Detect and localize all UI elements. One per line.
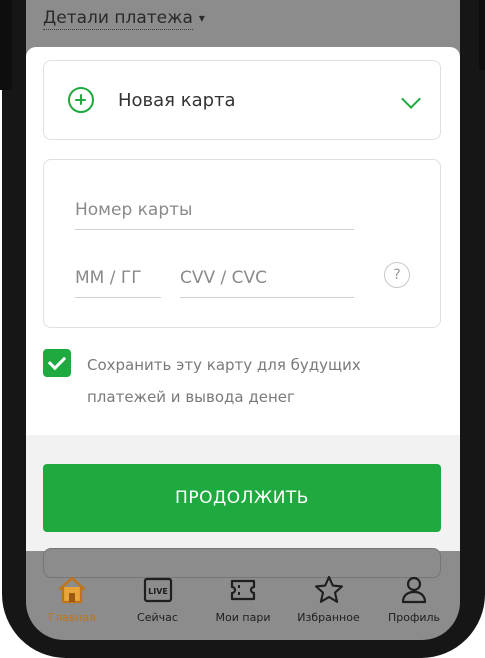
payment-details-toggle[interactable]: Детали платежа ▾ — [43, 6, 205, 32]
bottom-nav: Главная LIVE Сейчас Мои пари Избранное П… — [26, 560, 460, 640]
add-circle-icon — [68, 87, 94, 113]
ticket-icon — [230, 579, 256, 601]
cvv-placeholder: CVV / CVC — [180, 267, 268, 288]
continue-button[interactable]: ПРОДОЛЖИТЬ — [43, 464, 441, 532]
nav-label-home: Главная — [48, 611, 96, 624]
save-card-checkbox[interactable] — [43, 349, 71, 377]
nav-item-home[interactable]: Главная — [30, 560, 114, 640]
card-number-field[interactable]: Номер карты — [75, 190, 354, 230]
save-card-line1: Сохранить эту карту для будущих — [87, 356, 361, 374]
card-selector[interactable]: Новая карта — [43, 60, 441, 140]
nav-item-my-bets[interactable]: Мои пари — [201, 560, 285, 640]
nav-item-profile[interactable]: Профиль — [372, 560, 456, 640]
phone-frame: Детали платежа ▾ Новая карта Номер карты… — [0, 0, 485, 658]
star-icon — [314, 575, 343, 603]
expiry-placeholder: ММ / ГГ — [75, 267, 142, 288]
help-icon[interactable]: ? — [384, 262, 410, 288]
live-icon: LIVE — [143, 577, 172, 603]
nav-item-favorites[interactable]: Избранное — [287, 560, 371, 640]
save-card-row[interactable]: Сохранить эту карту для будущих платежей… — [43, 349, 443, 409]
home-icon — [58, 576, 86, 604]
phone-side-button-right — [479, 0, 485, 70]
chevron-down-icon: ▾ — [198, 11, 205, 25]
nav-label-live: Сейчас — [137, 611, 178, 624]
payment-sheet: Новая карта Номер карты ММ / ГГ CVV / CV… — [26, 47, 460, 551]
nav-label-profile: Профиль — [387, 611, 441, 624]
phone-side-button — [0, 0, 12, 90]
expiry-field[interactable]: ММ / ГГ — [75, 258, 161, 298]
card-form: Номер карты ММ / ГГ CVV / CVC ? — [43, 159, 441, 328]
nav-item-live[interactable]: LIVE Сейчас — [116, 560, 200, 640]
cvv-field[interactable]: CVV / CVC — [180, 258, 354, 298]
chevron-down-icon — [401, 89, 421, 109]
save-card-text: Сохранить эту карту для будущих платежей… — [87, 349, 427, 413]
screen: Детали платежа ▾ Новая карта Номер карты… — [26, 0, 460, 640]
card-number-placeholder: Номер карты — [75, 199, 193, 220]
payment-details-label: Детали платежа — [43, 8, 193, 30]
card-selector-label: Новая карта — [118, 89, 236, 111]
profile-icon — [401, 576, 427, 604]
nav-label-my-bets: Мои пари — [215, 611, 271, 624]
nav-label-favorites: Избранное — [297, 611, 360, 624]
save-card-line2: платежей и вывода денег — [87, 388, 295, 406]
live-badge-text: LIVE — [148, 587, 168, 596]
